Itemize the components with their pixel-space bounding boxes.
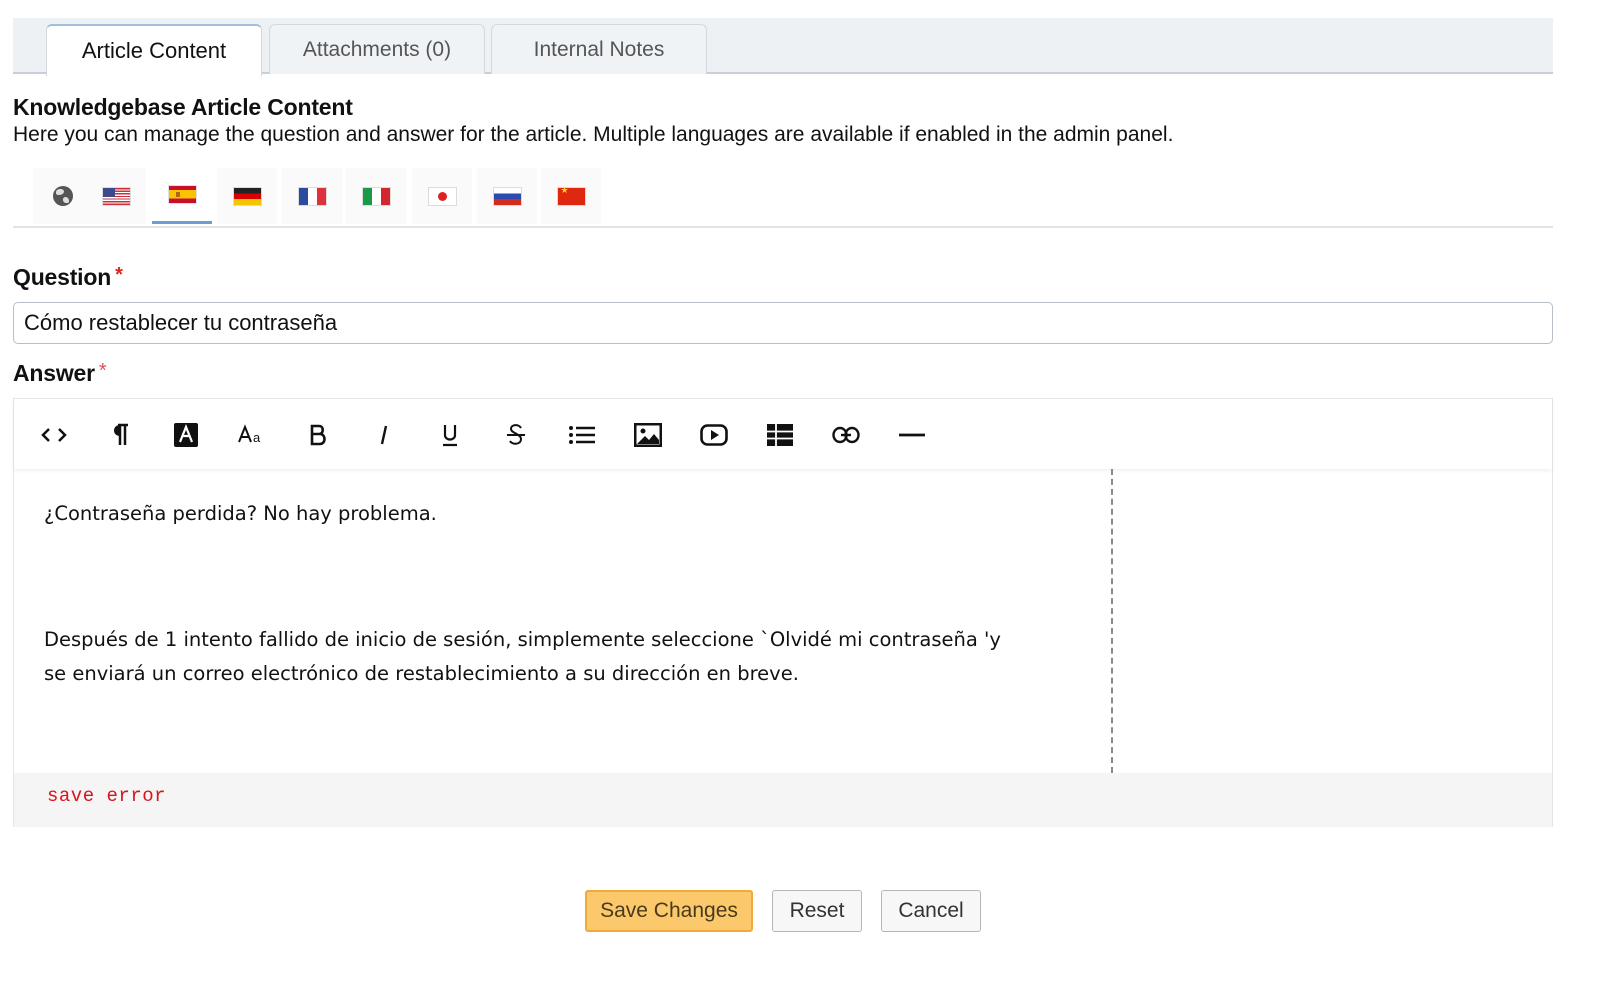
language-tabs — [13, 168, 1553, 228]
lang-tab-en[interactable] — [86, 168, 146, 224]
answer-paragraph: Después de 1 intento fallido de inicio d… — [44, 628, 1001, 651]
horizontal-rule-icon[interactable] — [894, 417, 930, 453]
save-error-message: save error — [47, 785, 167, 807]
cancel-button[interactable]: Cancel — [881, 890, 981, 932]
editor-preview-divider — [1111, 469, 1113, 773]
flag-it-icon — [362, 187, 390, 205]
answer-label: Answer * — [13, 360, 107, 387]
save-changes-button[interactable]: Save Changes — [585, 890, 753, 932]
font-color-icon[interactable] — [168, 417, 204, 453]
required-marker: * — [115, 264, 123, 286]
section-title: Knowledgebase Article Content — [13, 94, 353, 120]
editor-content[interactable]: ¿Contraseña perdida? No hay problema. De… — [14, 469, 1111, 773]
lang-tab-global[interactable] — [33, 168, 93, 224]
code-view-icon[interactable] — [36, 417, 72, 453]
lang-tab-ru[interactable] — [477, 168, 537, 224]
svg-text:a: a — [253, 430, 261, 445]
link-icon[interactable] — [828, 417, 864, 453]
video-icon[interactable] — [696, 417, 732, 453]
lang-tab-es[interactable] — [152, 168, 212, 224]
flag-de-icon — [233, 187, 261, 205]
tab-internal-notes[interactable]: Internal Notes — [491, 24, 707, 74]
bold-icon[interactable] — [300, 417, 336, 453]
tab-bar: Article Content Attachments (0) Internal… — [13, 18, 1553, 76]
paragraph-icon[interactable] — [102, 417, 138, 453]
italic-icon[interactable] — [366, 417, 402, 453]
editor-toolbar: a — [14, 399, 1552, 469]
underline-icon[interactable] — [432, 417, 468, 453]
table-icon[interactable] — [762, 417, 798, 453]
editor-status-bar: save error — [14, 773, 1552, 827]
lang-tab-fr[interactable] — [282, 168, 342, 224]
lang-tab-de[interactable] — [217, 168, 277, 224]
required-marker: * — [98, 360, 107, 382]
globe-icon — [53, 186, 73, 206]
lang-tab-it[interactable] — [346, 168, 406, 224]
question-label-text: Question — [13, 264, 112, 290]
flag-cn-icon — [557, 187, 585, 205]
flag-ru-icon — [493, 187, 521, 205]
section-description: Here you can manage the question and ans… — [13, 123, 1174, 146]
answer-label-text: Answer — [13, 360, 95, 386]
flag-fr-icon — [298, 187, 326, 205]
lang-tab-zh[interactable] — [541, 168, 601, 224]
reset-button[interactable]: Reset — [772, 890, 862, 932]
flag-us-icon — [102, 187, 130, 205]
answer-paragraph: se enviará un correo electrónico de rest… — [44, 662, 799, 685]
font-size-icon[interactable]: a — [234, 417, 270, 453]
question-label: Question * — [13, 264, 123, 291]
answer-editor: a ¿Contraseña perdida? No hay problema. … — [13, 398, 1553, 827]
lang-tab-ja[interactable] — [412, 168, 472, 224]
image-icon[interactable] — [630, 417, 666, 453]
strikethrough-icon[interactable] — [498, 417, 534, 453]
flag-es-icon — [168, 186, 196, 203]
tab-attachments[interactable]: Attachments (0) — [269, 24, 485, 74]
question-input[interactable] — [13, 302, 1553, 344]
list-icon[interactable] — [564, 417, 600, 453]
answer-paragraph: ¿Contraseña perdida? No hay problema. — [44, 502, 437, 525]
flag-jp-icon — [428, 187, 456, 205]
tab-article-content[interactable]: Article Content — [46, 24, 262, 76]
